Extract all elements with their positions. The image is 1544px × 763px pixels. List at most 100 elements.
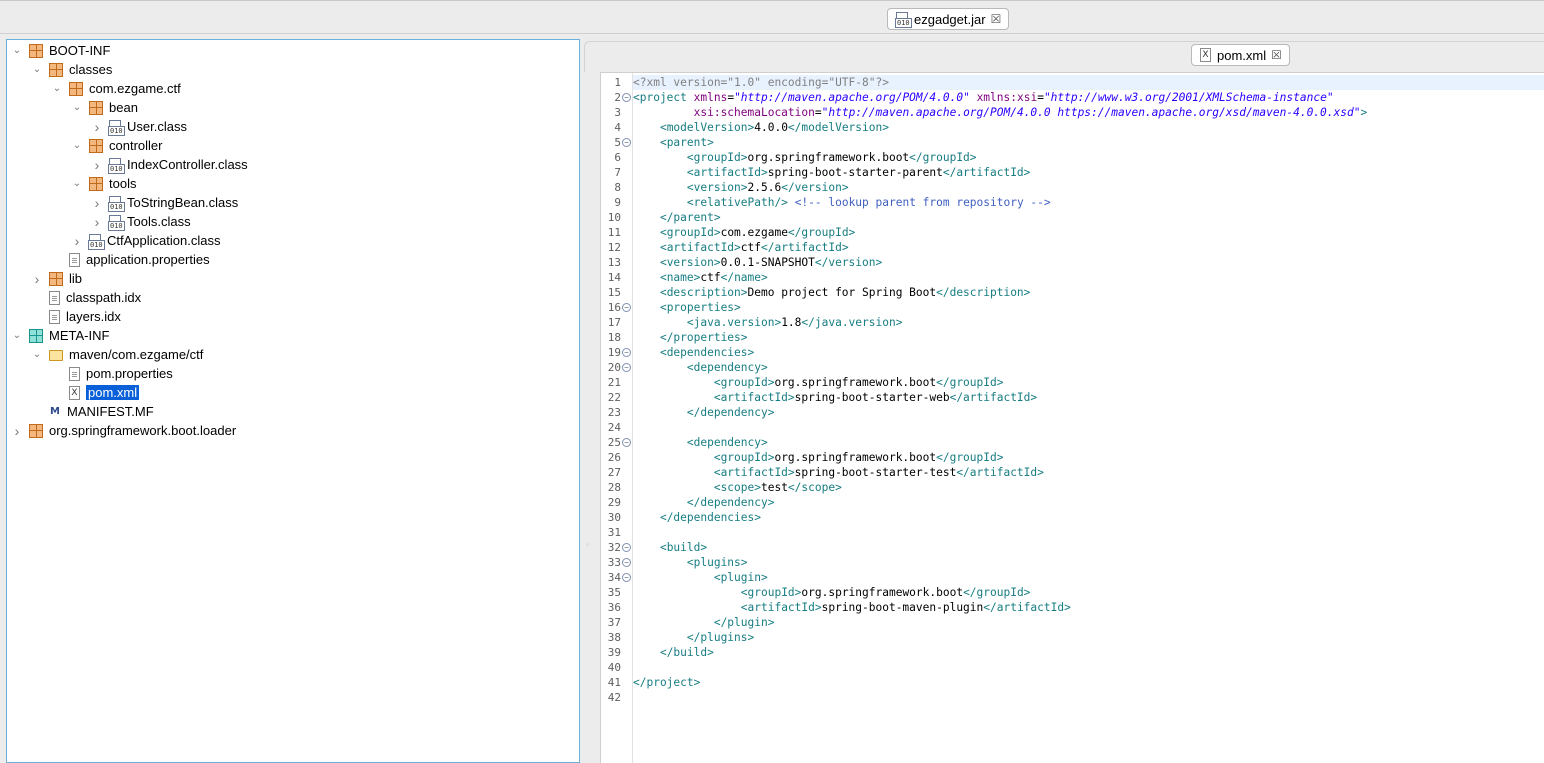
chevron-down-icon[interactable]: ⌄ bbox=[71, 178, 83, 190]
code-line[interactable]: <artifactId>spring-boot-starter-parent</… bbox=[633, 165, 1031, 180]
code-line[interactable]: </plugins> bbox=[633, 630, 754, 645]
code-line[interactable]: <description>Demo project for Spring Boo… bbox=[633, 285, 1030, 300]
code-line[interactable]: <relativePath/> <!-- lookup parent from … bbox=[633, 195, 1051, 210]
line-number: 12 bbox=[607, 241, 621, 254]
panel-divider[interactable]: ◦ bbox=[580, 40, 600, 763]
code-line[interactable]: <version>2.5.6</version> bbox=[633, 180, 849, 195]
code-line[interactable]: <groupId>com.ezgame</groupId> bbox=[633, 225, 855, 240]
chevron-down-icon[interactable]: ⌄ bbox=[31, 64, 43, 76]
code-line[interactable]: <dependency> bbox=[633, 360, 768, 375]
code-line[interactable]: <artifactId>spring-boot-starter-test</ar… bbox=[633, 465, 1044, 480]
chevron-down-icon[interactable]: ⌄ bbox=[71, 140, 83, 152]
xml-editor[interactable]: 1 2−3 4 5−6 7 8 9 10 11 12 13 14 15 16−17 18 19−20−21 22… bbox=[600, 72, 1544, 763]
code-line[interactable]: xsi:schemaLocation="http://maven.apache.… bbox=[633, 105, 1368, 120]
tree-item[interactable]: ⌄ controller bbox=[71, 136, 163, 155]
tree-item[interactable]: › org.springframework.boot.loader bbox=[11, 421, 237, 440]
tree-item[interactable]: › IndexController.class bbox=[91, 155, 248, 174]
code-line[interactable]: <groupId>org.springframework.boot</group… bbox=[633, 150, 977, 165]
tree-item[interactable]: classpath.idx bbox=[31, 288, 141, 307]
code-line[interactable]: </project> bbox=[633, 675, 700, 690]
code-line[interactable]: <scope>test</scope> bbox=[633, 480, 842, 495]
chevron-right-icon[interactable]: › bbox=[91, 157, 103, 173]
code-line[interactable]: </dependencies> bbox=[633, 510, 761, 525]
code-line[interactable]: </build> bbox=[633, 645, 714, 660]
chevron-right-icon[interactable]: › bbox=[11, 423, 23, 439]
line-number: 21 bbox=[607, 376, 621, 389]
code-line[interactable]: <?xml version="1.0" encoding="UTF-8"?> bbox=[633, 75, 1544, 90]
code-line[interactable]: <build> bbox=[633, 540, 707, 555]
tree-item[interactable]: › User.class bbox=[91, 117, 187, 136]
code-line[interactable]: <modelVersion>4.0.0</modelVersion> bbox=[633, 120, 889, 135]
code-line[interactable]: <plugins> bbox=[633, 555, 748, 570]
tree-item[interactable]: › Tools.class bbox=[91, 212, 191, 231]
code-line[interactable]: </dependency> bbox=[633, 495, 775, 510]
tree-item[interactable]: layers.idx bbox=[31, 307, 121, 326]
fold-toggle-icon[interactable]: − bbox=[622, 303, 631, 312]
code-line[interactable]: <dependencies> bbox=[633, 345, 754, 360]
tree-item[interactable]: application.properties bbox=[51, 250, 210, 269]
tree-item[interactable]: Xpom.xml bbox=[51, 383, 140, 402]
code-line[interactable]: <groupId>org.springframework.boot</group… bbox=[633, 375, 1004, 390]
code-line[interactable]: <name>ctf</name> bbox=[633, 270, 768, 285]
chevron-down-icon[interactable]: ⌄ bbox=[11, 45, 23, 57]
close-tab-icon[interactable]: ☒ bbox=[991, 12, 1002, 26]
chevron-down-icon[interactable]: ⌄ bbox=[71, 102, 83, 114]
code-line[interactable]: <artifactId>spring-boot-starter-web</art… bbox=[633, 390, 1037, 405]
code-token: </artifactId> bbox=[761, 241, 849, 254]
tree-item[interactable]: ⌄ classes bbox=[31, 60, 113, 79]
tree-item[interactable]: › ToStringBean.class bbox=[91, 193, 238, 212]
code-line[interactable]: <parent> bbox=[633, 135, 714, 150]
chevron-right-icon[interactable]: › bbox=[91, 214, 103, 230]
tree-item[interactable]: ⌄ tools bbox=[71, 174, 137, 193]
tree-item[interactable]: ⌄ bean bbox=[71, 98, 138, 117]
line-number: 15 bbox=[607, 286, 621, 299]
code-line[interactable]: <artifactId>ctf</artifactId> bbox=[633, 240, 849, 255]
tree-item[interactable]: ⌄ BOOT-INF bbox=[11, 41, 111, 60]
code-line[interactable]: <dependency> bbox=[633, 435, 768, 450]
fold-toggle-icon[interactable]: − bbox=[622, 438, 631, 447]
code-line[interactable]: <plugin> bbox=[633, 570, 768, 585]
fold-toggle-icon[interactable]: − bbox=[622, 573, 631, 582]
code-line[interactable]: <artifactId>spring-boot-maven-plugin</ar… bbox=[633, 600, 1071, 615]
jar-content-tree[interactable]: ⌄ BOOT-INF ⌄ classes ⌄ com.ezgame.ctf ⌄ bean › Us… bbox=[6, 39, 580, 763]
chevron-down-icon[interactable]: ⌄ bbox=[31, 349, 43, 361]
code-line[interactable]: <java.version>1.8</java.version> bbox=[633, 315, 903, 330]
chevron-right-icon[interactable]: › bbox=[31, 271, 43, 287]
tree-item[interactable]: pom.properties bbox=[51, 364, 173, 383]
code-line[interactable]: <groupId>org.springframework.boot</group… bbox=[633, 585, 1031, 600]
close-tab-icon[interactable]: ☒ bbox=[1271, 48, 1282, 62]
chevron-right-icon[interactable]: › bbox=[71, 233, 83, 249]
tree-item[interactable]: ⌄ com.ezgame.ctf bbox=[51, 79, 181, 98]
divider-grip-icon[interactable]: ◦ bbox=[586, 540, 594, 549]
code-token: <dependency> bbox=[686, 436, 768, 449]
code-line[interactable]: <groupId>org.springframework.boot</group… bbox=[633, 450, 1004, 465]
fold-toggle-icon[interactable]: − bbox=[622, 93, 631, 102]
tree-item[interactable]: M MANIFEST.MF bbox=[31, 402, 154, 421]
code-line[interactable]: </properties> bbox=[633, 330, 748, 345]
tab-ezgadget-jar[interactable]: ezgadget.jar ☒ bbox=[887, 8, 1010, 30]
code-line[interactable]: <project xmlns = "http://maven.apache.org/… bbox=[633, 90, 1334, 105]
fold-toggle-icon[interactable]: − bbox=[622, 138, 631, 147]
tab-pom-xml[interactable]: X pom.xml ☒ bbox=[1191, 44, 1290, 66]
fold-toggle-icon[interactable]: − bbox=[622, 543, 631, 552]
tree-item[interactable]: ⌄ META-INF bbox=[11, 326, 110, 345]
code-line[interactable]: </parent> bbox=[633, 210, 721, 225]
code-line[interactable]: <properties> bbox=[633, 300, 741, 315]
tree-item[interactable]: › CtfApplication.class bbox=[71, 231, 220, 250]
fold-toggle-icon[interactable]: − bbox=[622, 348, 631, 357]
fold-toggle-icon[interactable]: − bbox=[622, 558, 631, 567]
code-line[interactable]: </plugin> bbox=[633, 615, 775, 630]
code-line[interactable]: <version>0.0.1-SNAPSHOT</version> bbox=[633, 255, 882, 270]
tree-item[interactable]: › lib bbox=[31, 269, 82, 288]
code-token: <parent> bbox=[659, 136, 714, 149]
tree-item[interactable]: ⌄ maven/com.ezgame/ctf bbox=[31, 345, 204, 364]
chevron-down-icon[interactable]: ⌄ bbox=[11, 330, 23, 342]
chevron-down-icon[interactable]: ⌄ bbox=[51, 83, 63, 95]
fold-toggle-icon[interactable]: − bbox=[622, 363, 631, 372]
chevron-right-icon[interactable]: › bbox=[91, 195, 103, 211]
chevron-right-icon[interactable]: › bbox=[91, 119, 103, 135]
code-line[interactable]: </dependency> bbox=[633, 405, 775, 420]
